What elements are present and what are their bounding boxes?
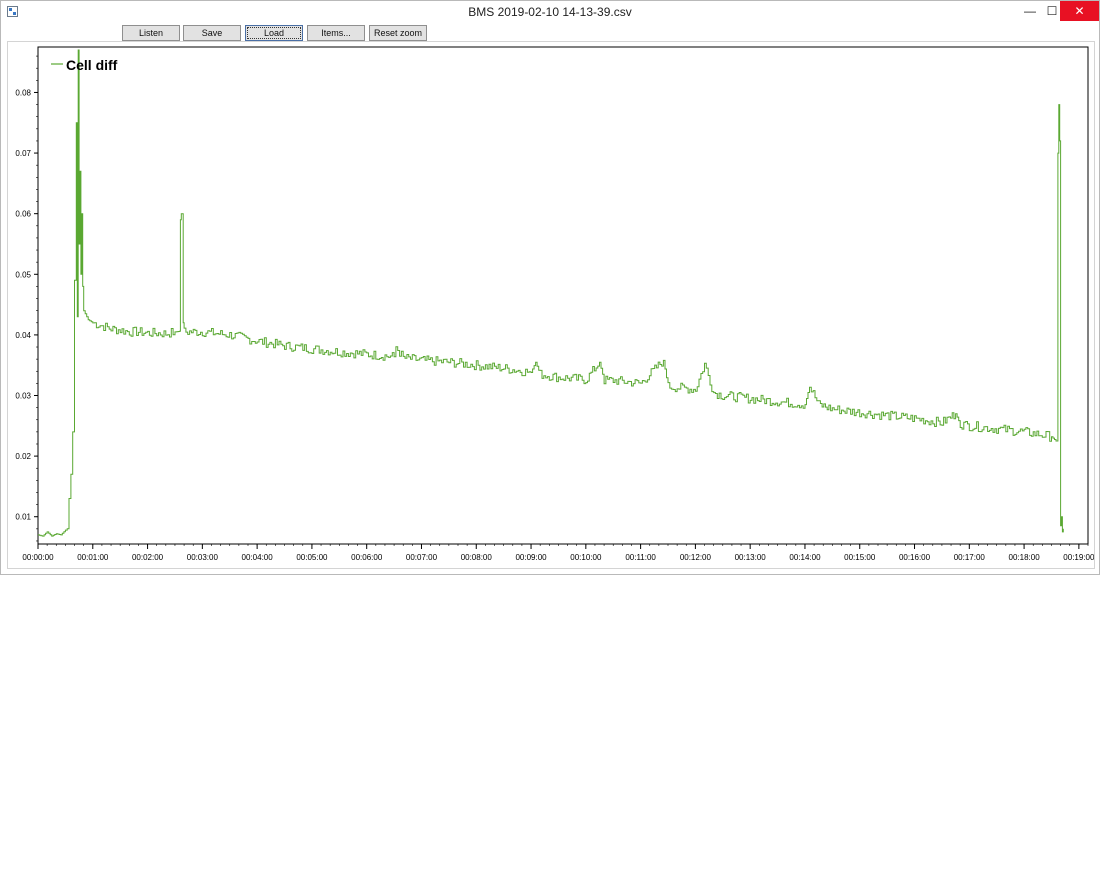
load-button[interactable]: Load bbox=[245, 25, 303, 41]
y-tick-label: 0.01 bbox=[15, 513, 31, 522]
minimize-button[interactable]: — bbox=[1016, 1, 1044, 21]
x-tick-label: 00:11:00 bbox=[625, 553, 656, 562]
close-button[interactable]: ✕ bbox=[1060, 1, 1099, 21]
x-tick-label: 00:02:00 bbox=[132, 553, 164, 562]
x-tick-label: 00:06:00 bbox=[351, 553, 383, 562]
items-button[interactable]: Items... bbox=[307, 25, 365, 41]
y-tick-label: 0.02 bbox=[15, 452, 31, 461]
window-title: BMS 2019-02-10 14-13-39.csv bbox=[468, 5, 632, 19]
y-tick-label: 0.08 bbox=[15, 88, 31, 97]
chart-area[interactable]: 0.01 0.02 0.03 0.04 0.05 0.06 0.07 0.08 00:00:00… bbox=[7, 41, 1095, 569]
x-tick-label: 00:05:00 bbox=[296, 553, 328, 562]
x-tick-label: 00:12:00 bbox=[680, 553, 712, 562]
x-tick-label: 00:19:00 bbox=[1063, 553, 1094, 562]
listen-button[interactable]: Listen bbox=[122, 25, 180, 41]
y-tick-label: 0.05 bbox=[15, 270, 31, 279]
y-tick-label: 0.06 bbox=[15, 210, 31, 219]
x-tick-label: 00:03:00 bbox=[187, 553, 219, 562]
x-tick-label: 00:17:00 bbox=[954, 553, 986, 562]
x-tick-label: 00:08:00 bbox=[461, 553, 493, 562]
x-tick-label: 00:18:00 bbox=[1009, 553, 1041, 562]
reset-zoom-button[interactable]: Reset zoom bbox=[369, 25, 427, 41]
legend-label: Cell diff bbox=[66, 57, 118, 73]
x-tick-label: 00:04:00 bbox=[242, 553, 274, 562]
y-tick-label: 0.04 bbox=[15, 331, 31, 340]
x-tick-label: 00:15:00 bbox=[844, 553, 876, 562]
x-tick-label: 00:09:00 bbox=[515, 553, 547, 562]
maximize-button[interactable]: ☐ bbox=[1044, 1, 1060, 21]
x-tick-label: 00:14:00 bbox=[789, 553, 821, 562]
x-tick-label: 00:10:00 bbox=[570, 553, 602, 562]
app-window: BMS 2019-02-10 14-13-39.csv — ☐ ✕ Listen… bbox=[0, 0, 1100, 575]
x-tick-label: 00:00:00 bbox=[22, 553, 54, 562]
x-tick-label: 00:16:00 bbox=[899, 553, 931, 562]
y-tick-label: 0.03 bbox=[15, 392, 31, 401]
title-bar: BMS 2019-02-10 14-13-39.csv — ☐ ✕ bbox=[1, 1, 1099, 23]
x-tick-label: 00:07:00 bbox=[406, 553, 438, 562]
plot-frame bbox=[37, 46, 1089, 545]
x-tick-label: 00:01:00 bbox=[77, 553, 109, 562]
cell-diff-chart[interactable]: 0.01 0.02 0.03 0.04 0.05 0.06 0.07 0.08 00:00:00… bbox=[8, 42, 1094, 568]
y-tick-label: 0.07 bbox=[15, 149, 31, 158]
save-button[interactable]: Save bbox=[183, 25, 241, 41]
x-tick-label: 00:13:00 bbox=[735, 553, 767, 562]
